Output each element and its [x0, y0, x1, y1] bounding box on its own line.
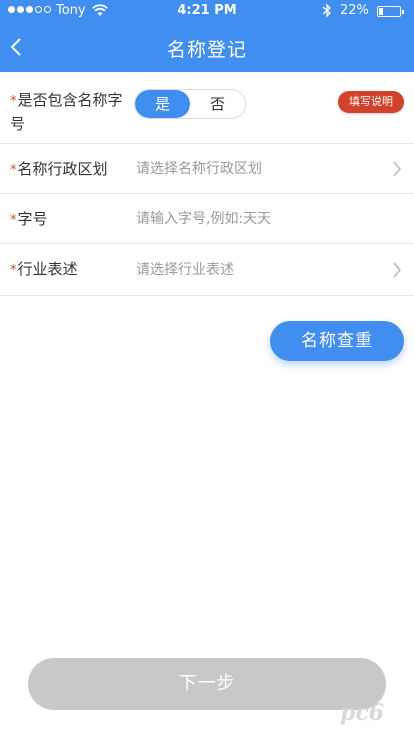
battery-icon [377, 6, 404, 17]
industry-select[interactable]: 请选择行业表述 [136, 259, 234, 281]
help-button[interactable]: 填写说明 [338, 91, 404, 113]
next-step-button[interactable]: 下一步 [28, 658, 386, 710]
form-row-trade-name: *字号 请输入字号,例如:天天 [0, 194, 414, 244]
bluetooth-icon [322, 3, 331, 18]
field-label-text: 行业表述 [17, 260, 78, 278]
battery-percent: 22% [340, 3, 369, 18]
field-label-text: 字号 [17, 210, 48, 228]
chevron-right-icon [393, 262, 401, 278]
required-mark: * [10, 213, 17, 228]
trade-name-input[interactable]: 请输入字号,例如:天天 [136, 208, 271, 230]
toggle-option-no[interactable]: 否 [190, 90, 245, 118]
toggle-option-yes[interactable]: 是 [135, 90, 190, 118]
required-mark: * [10, 163, 17, 178]
chevron-right-icon [393, 161, 401, 177]
status-bar: Tony 4:21 PM 22% [0, 0, 414, 22]
required-mark: * [10, 263, 17, 278]
page-title: 名称登记 [166, 39, 247, 61]
yes-no-toggle[interactable]: 是 否 [134, 89, 246, 119]
form-row-region[interactable]: *名称行政区划 请选择名称行政区划 [0, 144, 414, 194]
region-select[interactable]: 请选择名称行政区划 [136, 158, 262, 180]
name-check-button[interactable]: 名称查重 [270, 321, 404, 361]
field-label: *字号 [10, 208, 48, 232]
field-label: *是否包含名称字号 [10, 89, 128, 135]
header: Tony 4:21 PM 22% 名称登记 [0, 0, 414, 72]
required-mark: * [10, 94, 17, 109]
form-row-industry[interactable]: *行业表述 请选择行业表述 [0, 244, 414, 296]
field-label: *行业表述 [10, 258, 78, 282]
field-label: *名称行政区划 [10, 158, 108, 182]
field-label-text: 是否包含名称字号 [10, 91, 123, 133]
field-label-text: 名称行政区划 [17, 160, 108, 178]
watermark-logo: pc6 [340, 700, 385, 726]
